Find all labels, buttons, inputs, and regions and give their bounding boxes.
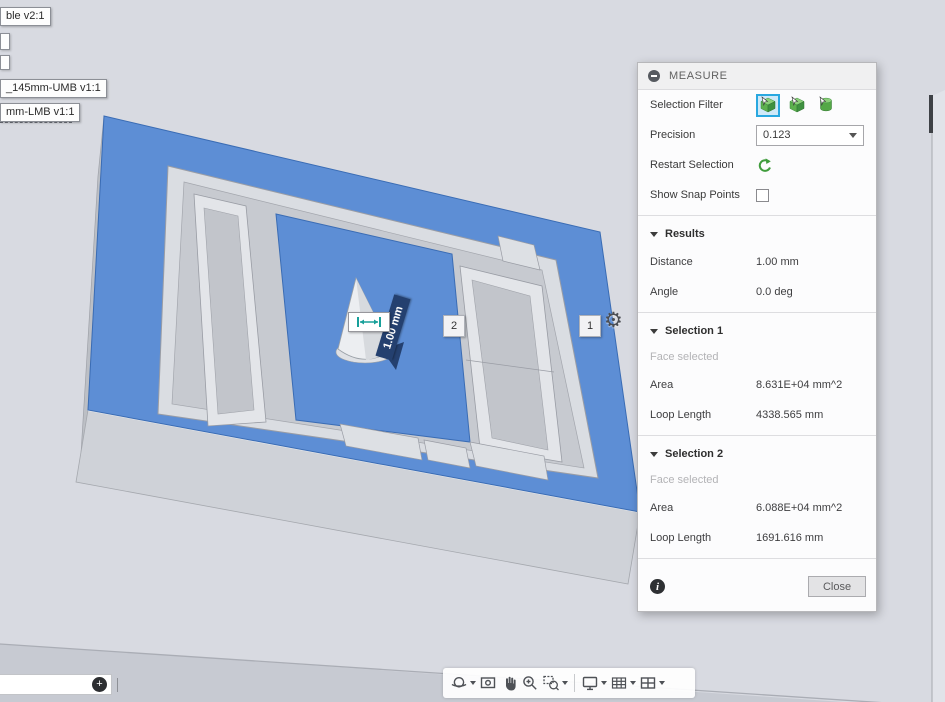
zoom-button[interactable] [520,672,540,694]
selection2-status: Face selected [650,474,719,486]
grid-snap-button[interactable] [609,672,637,694]
precision-row: Precision 0.123 [638,120,876,150]
chevron-down-icon[interactable] [659,681,665,685]
show-snap-points-row: Show Snap Points [638,180,876,210]
selection1-status: Face selected [650,351,719,363]
zoom-icon [523,676,537,690]
distance-row: Distance 1.00 mm [638,247,876,277]
area-value: 6.088E+04 mm^2 [756,502,843,514]
viewports-button[interactable] [638,672,666,694]
chevron-down-icon [849,132,857,138]
measure-dialog-header[interactable]: MEASURE [638,63,876,90]
collapse-triangle-icon [650,231,658,237]
toolbar-divider [574,674,575,692]
selection-filter-label: Selection Filter [650,99,723,111]
pan-hand-icon [506,676,516,691]
divider [638,215,876,216]
undo-arrow-icon [758,158,771,172]
selection1-loop-row: Loop Length 4338.565 mm [638,400,876,430]
chevron-down-icon[interactable] [470,681,476,685]
filter-select-edge-button[interactable] [785,94,809,117]
loop-length-value: 4338.565 mm [756,409,824,421]
show-snap-points-checkbox[interactable] [756,188,769,202]
loop-length-value: 1691.616 mm [756,532,824,544]
filter-select-body-button[interactable] [814,94,838,117]
chevron-down-icon[interactable] [601,681,607,685]
grid-icon [611,677,627,689]
cube-face-icon [760,96,776,113]
results-header-label: Results [665,228,705,240]
measure-tool-chip [348,312,390,332]
distance-value: 1.00 mm [756,256,799,268]
base-plate-edge-mark [929,95,933,133]
orbit-button[interactable] [449,672,477,694]
area-label: Area [650,379,674,391]
selection1-section-header[interactable]: Selection 1 [638,318,876,344]
component-icon-sliver-2[interactable] [0,55,10,70]
close-button[interactable]: Close [808,576,866,597]
angle-label: Angle [650,286,679,298]
area-label: Area [650,502,674,514]
selection-badge-2: 2 [443,315,465,337]
loop-length-label: Loop Length [650,409,712,421]
selection-filter-row: Selection Filter [638,90,876,120]
measure-dialog-footer: i Close [638,564,876,611]
selection-options-gear-icon[interactable]: ⚙ [604,310,623,331]
component-label-1[interactable]: ble v2:1 [0,7,51,26]
selection2-loop-row: Loop Length 1691.616 mm [638,523,876,553]
precision-label: Precision [650,129,696,141]
viewports-icon [640,677,656,689]
look-at-button[interactable] [478,672,498,694]
display-settings-icon [582,676,598,691]
restart-selection-button[interactable] [756,157,773,173]
precision-dropdown[interactable]: 0.123 [756,124,864,146]
pan-button[interactable] [499,672,519,694]
precision-value: 0.123 [763,129,791,141]
selection-badge-1: 1 [579,315,601,337]
timeline-bar: + [0,674,112,695]
drag-grip-icon[interactable] [648,70,660,82]
component-icon-sliver-1[interactable] [0,33,10,50]
restart-selection-label: Restart Selection [650,159,734,171]
collapse-triangle-icon [650,328,658,334]
timeline-divider [117,678,118,692]
zoom-window-icon [543,675,559,691]
display-settings-button[interactable] [580,672,608,694]
measure-dialog: MEASURE Selection Filter Precision 0.123… [637,62,877,612]
component-label-2[interactable]: _145mm-UMB v1:1 [0,79,107,98]
area-value: 8.631E+04 mm^2 [756,379,843,391]
zoom-window-button[interactable] [541,672,569,694]
cube-edge-icon [789,96,805,113]
look-at-icon [480,677,496,689]
ruler-icon [357,317,381,327]
loop-length-label: Loop Length [650,532,712,544]
timeline-marker-icon[interactable]: + [92,677,107,692]
chevron-down-icon[interactable] [630,681,636,685]
selection2-section-header[interactable]: Selection 2 [638,441,876,467]
show-snap-points-label: Show Snap Points [650,189,740,201]
selection2-header-label: Selection 2 [665,448,724,460]
collapse-triangle-icon [650,451,658,457]
cylinder-body-icon [819,96,832,112]
divider [638,312,876,313]
divider [638,435,876,436]
angle-row: Angle 0.0 deg [638,277,876,307]
component-label-3[interactable]: mm-LMB v1:1 [0,103,81,122]
chevron-down-icon[interactable] [562,681,568,685]
restart-selection-row: Restart Selection [638,150,876,180]
dialog-title: MEASURE [669,70,728,82]
results-section-header[interactable]: Results [638,221,876,247]
divider [638,558,876,559]
selection1-header-label: Selection 1 [665,325,724,337]
info-icon[interactable]: i [650,579,665,594]
navigation-toolbar [443,668,695,698]
angle-value: 0.0 deg [756,286,793,298]
filter-select-face-button[interactable] [756,93,780,117]
distance-label: Distance [650,256,693,268]
base-plate-right-face [932,90,945,702]
focus-underline [0,122,72,123]
orbit-icon [451,677,467,688]
selection2-area-row: Area 6.088E+04 mm^2 [638,493,876,523]
selection1-area-row: Area 8.631E+04 mm^2 [638,370,876,400]
